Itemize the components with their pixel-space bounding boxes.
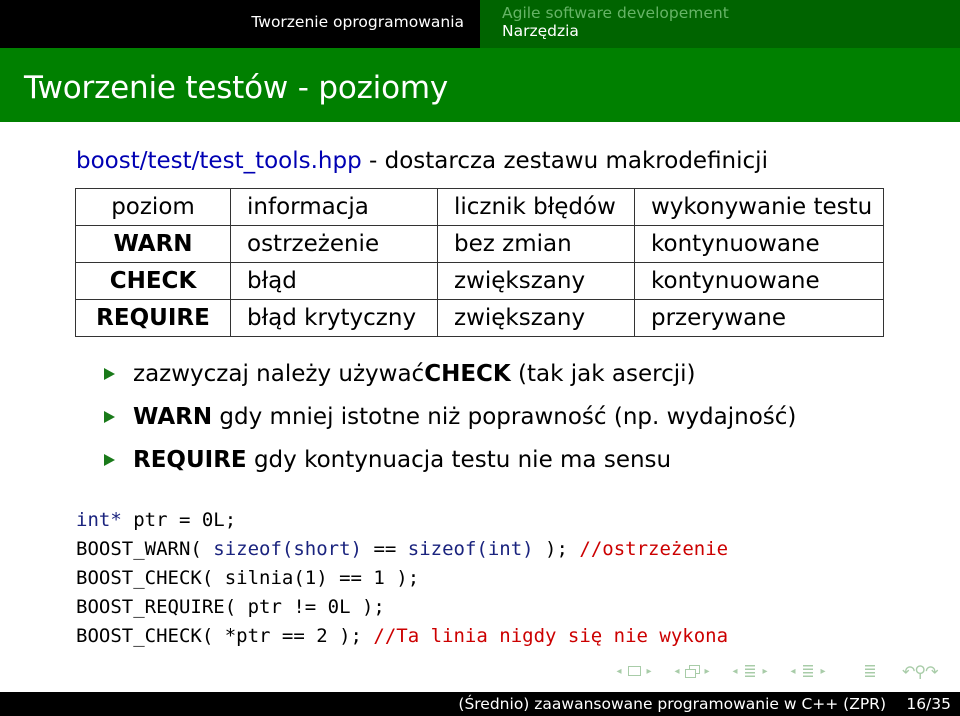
code-text: BOOST_CHECK( *ptr == 2 ); bbox=[76, 625, 374, 647]
section-icon[interactable] bbox=[803, 664, 813, 678]
next-frame-arrow-icon[interactable]: ▸ bbox=[642, 666, 656, 677]
prev-subsection-arrow-icon[interactable]: ◂ bbox=[728, 666, 742, 677]
code-line: BOOST_REQUIRE( ptr != 0L ); bbox=[76, 593, 728, 622]
triangle-bullet-icon bbox=[104, 410, 115, 423]
table-row: CHECK błąd zwiększany kontynuowane bbox=[75, 262, 884, 300]
next-subsection-arrow-icon[interactable]: ▸ bbox=[758, 666, 772, 677]
header-cell: informacja bbox=[230, 188, 438, 226]
code-type: int* bbox=[76, 509, 122, 531]
table-row: WARN ostrzeżenie bez zmian kontynuowane bbox=[75, 225, 884, 263]
table-row: REQUIRE błąd krytyczny zwiększany przery… bbox=[75, 299, 884, 337]
beamer-navigation: ◂ ▸ ◂ ▸ ◂ ▸ ◂ ▸ bbox=[612, 664, 892, 678]
document-icon[interactable] bbox=[865, 664, 875, 678]
code-text: BOOST_CHECK( silnia(1) == 1 ); bbox=[76, 567, 420, 589]
subsection-link[interactable]: Narzędzia bbox=[502, 22, 579, 40]
code-line: int* ptr = 0L; bbox=[76, 506, 728, 535]
prev-slide-arrow-icon[interactable]: ◂ bbox=[670, 666, 684, 677]
execution-cell: przerywane bbox=[634, 299, 884, 337]
footer-title: (Średnio) zaawansowane programowanie w C… bbox=[458, 695, 886, 713]
frame-icon[interactable] bbox=[626, 664, 642, 678]
next-slide-arrow-icon[interactable]: ▸ bbox=[700, 666, 714, 677]
level-cell: CHECK bbox=[75, 262, 231, 300]
code-line: BOOST_CHECK( silnia(1) == 1 ); bbox=[76, 564, 728, 593]
header-cell: licznik błędów bbox=[437, 188, 635, 226]
code-text: BOOST_WARN( bbox=[76, 538, 214, 560]
code-comment: //ostrzeżenie bbox=[579, 538, 729, 560]
bullet-text-post: gdy mniej istotne niż poprawność (np. wy… bbox=[212, 403, 797, 430]
section-nav-group: ◂ ▸ bbox=[786, 664, 830, 678]
code-text: BOOST_REQUIRE( ptr != 0L ); bbox=[76, 596, 385, 618]
prev-frame-arrow-icon[interactable]: ◂ bbox=[612, 666, 626, 677]
document-nav-group bbox=[862, 664, 878, 678]
back-search-forward-icon[interactable]: ↶⚲↷ bbox=[902, 662, 939, 681]
frame-title-bar: Tworzenie testów - poziomy bbox=[0, 48, 960, 122]
section-link[interactable]: Tworzenie oprogramowania bbox=[251, 13, 464, 31]
levels-table: poziom informacja licznik błędów wykonyw… bbox=[75, 188, 884, 337]
info-cell: ostrzeżenie bbox=[230, 225, 438, 263]
subsection-icon[interactable] bbox=[745, 664, 755, 678]
bullet-keyword: CHECK bbox=[424, 360, 511, 387]
table-header-row: poziom informacja licznik błędów wykonyw… bbox=[75, 188, 884, 226]
triangle-bullet-icon bbox=[104, 367, 115, 380]
header-cell: wykonywanie testu bbox=[634, 188, 884, 226]
intro-line: boost/test/test_tools.hpp - dostarcza ze… bbox=[76, 148, 768, 174]
code-line: BOOST_WARN( sizeof(short) == sizeof(int)… bbox=[76, 535, 728, 564]
bullet-text-pre: zazwyczaj należy używać bbox=[133, 360, 425, 387]
level-cell: WARN bbox=[75, 225, 231, 263]
prev-section-arrow-icon[interactable]: ◂ bbox=[786, 666, 800, 677]
headline-section-panel: Tworzenie oprogramowania bbox=[0, 0, 480, 48]
header-cell: poziom bbox=[75, 188, 231, 226]
level-cell: REQUIRE bbox=[75, 299, 231, 337]
execution-cell: kontynuowane bbox=[634, 262, 884, 300]
slide-nav-group: ◂ ▸ bbox=[670, 664, 714, 678]
code-block: int* ptr = 0L; BOOST_WARN( sizeof(short) … bbox=[76, 506, 728, 651]
execution-cell: kontynuowane bbox=[634, 225, 884, 263]
code-text: ); bbox=[533, 538, 580, 560]
code-sizeof: sizeof(int) bbox=[407, 538, 534, 560]
list-item: zazwyczaj należy używać ​CHECK (tak jak … bbox=[104, 352, 796, 395]
code-text: ptr = 0L; bbox=[121, 509, 237, 531]
headline-bar: Tworzenie oprogramowania Agile software … bbox=[0, 0, 960, 48]
right-section-link[interactable]: Agile software developement bbox=[502, 4, 729, 22]
error-counter-cell: bez zmian bbox=[437, 225, 635, 263]
bullet-list: zazwyczaj należy używać ​CHECK (tak jak … bbox=[104, 352, 796, 481]
bullet-keyword: WARN bbox=[133, 403, 213, 430]
list-item: REQUIRE gdy kontynuacja testu nie ma sen… bbox=[104, 438, 796, 481]
page-number: 16/35 bbox=[906, 695, 951, 713]
error-counter-cell: zwiększany bbox=[437, 262, 635, 300]
intro-text: - dostarcza zestawu makrodefinicji bbox=[361, 148, 768, 174]
subsection-nav-group: ◂ ▸ bbox=[728, 664, 772, 678]
triangle-bullet-icon bbox=[104, 453, 115, 466]
code-line: BOOST_CHECK( *ptr == 2 ); //Ta linia nig… bbox=[76, 622, 728, 651]
slides-icon[interactable] bbox=[684, 664, 700, 678]
error-counter-cell: zwiększany bbox=[437, 299, 635, 337]
next-section-arrow-icon[interactable]: ▸ bbox=[816, 666, 830, 677]
header-file-path: boost/test/test_tools.hpp bbox=[76, 148, 362, 174]
footer-bar: (Średnio) zaawansowane programowanie w C… bbox=[0, 692, 960, 716]
bullet-keyword: REQUIRE bbox=[133, 446, 247, 473]
code-comment: //Ta linia nigdy się nie wykona bbox=[373, 625, 729, 647]
list-item: WARN gdy mniej istotne niż poprawność (n… bbox=[104, 395, 796, 438]
frame-nav-group: ◂ ▸ bbox=[612, 664, 656, 678]
headline-subsection-panel: Agile software developement Narzędzia bbox=[480, 0, 960, 48]
code-sizeof: sizeof(short) bbox=[213, 538, 362, 560]
info-cell: błąd bbox=[230, 262, 438, 300]
bullet-text-post: (tak jak asercji) bbox=[510, 360, 696, 387]
frame-title: Tworzenie testów - poziomy bbox=[24, 70, 448, 106]
bullet-text-post: gdy kontynuacja testu nie ma sensu bbox=[246, 446, 672, 473]
code-text: == bbox=[362, 538, 408, 560]
info-cell: błąd krytyczny bbox=[230, 299, 438, 337]
